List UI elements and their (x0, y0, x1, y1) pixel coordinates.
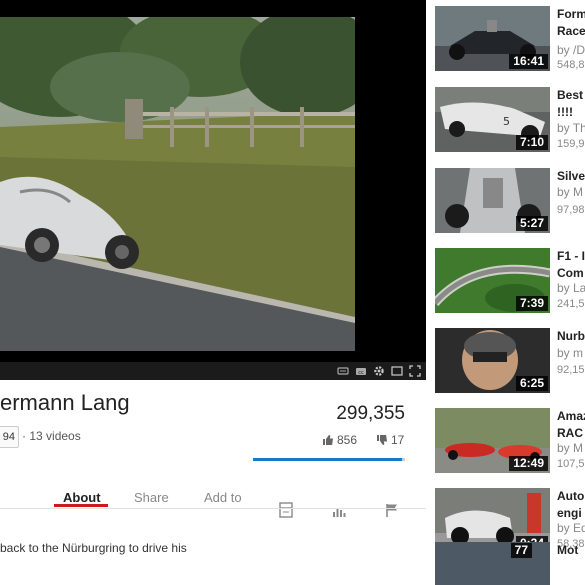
video-duration: 12:49 (509, 456, 548, 471)
video-channel: by M (557, 185, 584, 199)
thumbs-up-icon (323, 435, 333, 445)
video-channel: by La (557, 281, 585, 295)
video-duration: 7:10 (515, 135, 548, 150)
player-controls: cc (0, 362, 426, 380)
flag-icon[interactable] (385, 503, 399, 523)
video-thumbnail[interactable]: 16:41 (435, 6, 550, 71)
related-video[interactable]: 6:25 Nurb by m 92,15 (435, 328, 585, 394)
related-video[interactable]: 5 7:10 Best !!!! by Th 159,9 (435, 87, 585, 153)
svg-text:cc: cc (358, 370, 364, 376)
tabs-divider (0, 508, 426, 509)
video-title[interactable]: F1 - I (557, 248, 585, 264)
video-views: 159,9 (557, 138, 585, 150)
video-player[interactable]: cc (0, 0, 426, 380)
svg-text:5: 5 (503, 115, 510, 128)
like-button[interactable]: 856 (322, 433, 357, 447)
video-thumbnail[interactable]: 12:49 (435, 408, 550, 473)
video-duration: 77 (510, 543, 532, 558)
related-video[interactable]: 16:41 Form Race by /D 548,8 (435, 6, 585, 72)
video-channel: by M (557, 441, 584, 455)
tab-add-to[interactable]: Add to (204, 490, 242, 505)
related-videos: 16:41 Form Race by /D 548,8 5 7:10 Best … (435, 0, 585, 585)
video-views: 92,15 (557, 364, 585, 376)
video-title-line2[interactable]: RAC (557, 425, 583, 441)
thumbs-down-icon (377, 435, 387, 445)
video-views: 107,5 (557, 458, 585, 470)
video-views: 241,5 (557, 298, 585, 310)
transcript-icon[interactable] (279, 502, 293, 523)
video-title: ermann Lang (0, 390, 130, 415)
fullscreen-icon[interactable] (409, 365, 421, 377)
video-thumbnail[interactable]: 5 7:10 (435, 87, 550, 152)
active-tab-indicator (54, 504, 108, 507)
video-description: back to the Nürburgring to drive his (0, 541, 187, 555)
miniplayer-icon[interactable] (391, 365, 403, 377)
related-video[interactable]: 12:49 Amaz RAC by M 107,5 (435, 408, 585, 474)
tab-share[interactable]: Share (134, 490, 169, 505)
video-duration: 16:41 (509, 54, 548, 69)
video-title[interactable]: Amaz (557, 408, 585, 424)
video-thumbnail[interactable]: 6:25 (435, 328, 550, 393)
captions-icon[interactable]: cc (355, 365, 367, 377)
like-ratio-fill (253, 458, 402, 461)
related-video[interactable]: 5:27 Silve by M 97,98 (435, 168, 585, 234)
settings-icon[interactable] (373, 365, 385, 377)
dislike-button[interactable]: 17 (376, 433, 404, 447)
video-channel: by m (557, 346, 584, 360)
video-title[interactable]: Auto (557, 488, 584, 504)
video-channel: by /D (557, 43, 585, 57)
related-video[interactable]: 77 Mot (435, 542, 585, 585)
video-title[interactable]: Nurb (557, 328, 585, 344)
video-duration: 6:25 (515, 376, 548, 391)
video-title-line2[interactable]: Com (557, 265, 584, 281)
subscriber-count: 94 (0, 426, 19, 448)
video-duration: 5:27 (515, 216, 548, 231)
video-frame[interactable] (0, 17, 355, 351)
video-duration: 7:39 (515, 296, 548, 311)
video-channel: by Ed (557, 521, 585, 535)
channel-video-count: · 13 videos (22, 429, 81, 443)
video-title-line2[interactable]: Race (557, 23, 585, 39)
video-views: 548,8 (557, 59, 585, 71)
video-title[interactable]: Silve (557, 168, 585, 184)
view-count: 299,355 (336, 403, 405, 424)
dislike-count: 17 (391, 433, 405, 447)
video-title[interactable]: Mot (557, 542, 578, 558)
video-title-line2[interactable]: engi (557, 505, 582, 521)
related-video[interactable]: 7:39 F1 - I Com by La 241,5 (435, 248, 585, 314)
like-ratio-bar (253, 458, 405, 461)
video-title-line2[interactable]: !!!! (557, 104, 573, 120)
video-views: 97,98 (557, 204, 585, 216)
video-title[interactable]: Best (557, 87, 583, 103)
tab-about[interactable]: About (63, 490, 101, 505)
like-count: 856 (337, 433, 358, 447)
video-thumbnail[interactable]: 7:39 (435, 248, 550, 313)
video-channel: by Th (557, 121, 585, 135)
video-thumbnail[interactable]: 77 (435, 542, 550, 585)
stats-icon[interactable] (332, 504, 346, 523)
annotations-icon[interactable] (337, 365, 349, 377)
video-thumbnail[interactable]: 5:27 (435, 168, 550, 233)
video-title[interactable]: Form (557, 6, 585, 22)
